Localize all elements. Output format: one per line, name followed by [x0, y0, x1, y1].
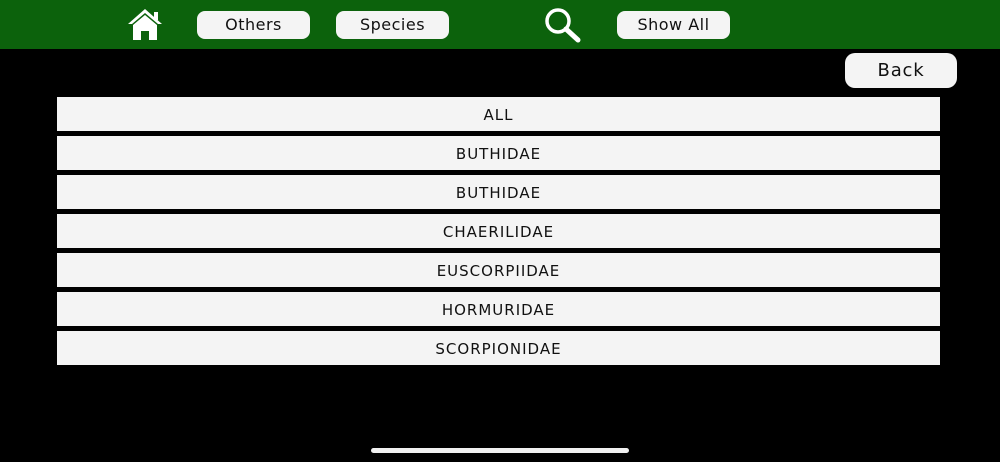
species-button[interactable]: Species [336, 11, 449, 39]
show-all-button[interactable]: Show All [617, 11, 730, 39]
top-bar: Others Species Show All [0, 0, 1000, 49]
back-button[interactable]: Back [845, 53, 957, 88]
family-item-buthidae[interactable]: BUTHIDAE [57, 136, 940, 170]
family-item-all[interactable]: ALL [57, 97, 940, 131]
home-icon[interactable] [127, 8, 163, 41]
family-list: ALL BUTHIDAE BUTHIDAE CHAERILIDAE EUSCOR… [57, 97, 940, 370]
home-indicator-bar[interactable] [371, 448, 629, 453]
others-button[interactable]: Others [197, 11, 310, 39]
family-item-scorpionidae[interactable]: SCORPIONIDAE [57, 331, 940, 365]
search-icon[interactable] [543, 7, 581, 43]
family-item-hormuridae[interactable]: HORMURIDAE [57, 292, 940, 326]
family-item-euscorpiidae[interactable]: EUSCORPIIDAE [57, 253, 940, 287]
family-item-chaerilidae[interactable]: CHAERILIDAE [57, 214, 940, 248]
family-item-buthidae-2[interactable]: BUTHIDAE [57, 175, 940, 209]
